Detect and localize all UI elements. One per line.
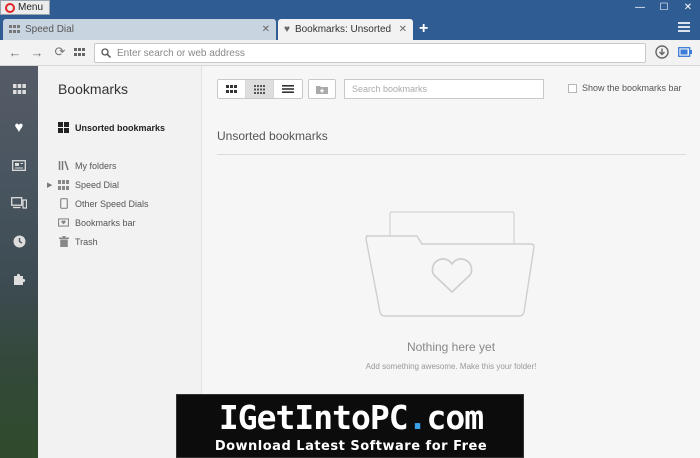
- window-controls: — ☐ ✕: [628, 0, 700, 14]
- address-placeholder: Enter search or web address: [117, 47, 245, 59]
- tab-label: Speed Dial: [25, 24, 74, 35]
- bookmark-folder-label: Unsorted bookmarks: [75, 122, 166, 133]
- address-toolbar: ← → ⟳ Enter search or web address: [0, 40, 700, 66]
- bookmark-folder-trash[interactable]: Trash: [58, 236, 98, 247]
- watermark-brand-prefix: IGetIntoPC: [218, 398, 409, 437]
- watermark-brand: IGetIntoPC.com: [177, 398, 525, 437]
- tab-speed-dial[interactable]: Speed Dial ✕: [3, 19, 276, 40]
- small-grid-view-button[interactable]: [246, 80, 274, 98]
- close-tab-icon[interactable]: ✕: [262, 24, 270, 35]
- bookmark-folder-label: Bookmarks bar: [75, 217, 136, 228]
- list-view-button[interactable]: [274, 80, 302, 98]
- tabs-sync-icon[interactable]: [0, 188, 38, 218]
- bookmark-folder-label: Other Speed Dials: [75, 198, 149, 209]
- folders-books-icon: [58, 160, 69, 171]
- opera-menu-button[interactable]: Menu: [0, 0, 51, 15]
- sidebar: ♥: [0, 66, 38, 458]
- bookmark-folder-bookmarks-bar[interactable]: Bookmarks bar: [58, 217, 136, 228]
- empty-state-title: Nothing here yet: [406, 340, 496, 354]
- extensions-puzzle-icon[interactable]: [0, 264, 38, 294]
- trash-icon: [58, 236, 69, 247]
- phone-device-icon: [58, 198, 69, 209]
- speed-dial-icon[interactable]: [74, 48, 85, 57]
- bookmarks-bar-icon: [58, 217, 69, 228]
- add-folder-button[interactable]: [308, 79, 336, 99]
- heart-icon: ♥: [284, 24, 290, 35]
- large-grid-view-button[interactable]: [218, 80, 246, 98]
- reload-icon[interactable]: ⟳: [52, 44, 68, 60]
- tab-bookmarks[interactable]: ♥ Bookmarks: Unsorted boo ✕: [278, 19, 413, 40]
- view-mode-toggle: [217, 79, 303, 99]
- bookmark-folder-unsorted[interactable]: Unsorted bookmarks: [58, 122, 165, 133]
- expand-caret-icon[interactable]: ▶: [47, 181, 52, 189]
- minimize-button[interactable]: —: [628, 0, 652, 14]
- bookmark-folder-other-speed-dials[interactable]: Other Speed Dials: [58, 198, 149, 209]
- watermark-brand-dot: .: [407, 398, 428, 437]
- tab-label: Bookmarks: Unsorted boo: [294, 24, 394, 35]
- show-bookmarks-bar-checkbox[interactable]: [568, 83, 577, 93]
- menu-label: Menu: [18, 2, 44, 13]
- bookmark-folder-speed-dial[interactable]: Speed Dial: [58, 179, 119, 190]
- download-icon[interactable]: [655, 45, 669, 59]
- my-folders-heading: My folders: [58, 160, 117, 171]
- watermark-tagline: Download Latest Software for Free: [214, 439, 488, 454]
- battery-saver-icon[interactable]: [678, 47, 692, 57]
- empty-folder-heart-icon: [365, 211, 535, 317]
- watermark-brand-suffix: com: [426, 398, 484, 437]
- opera-logo-icon: [5, 2, 15, 13]
- back-icon[interactable]: ←: [7, 44, 23, 60]
- title-bar: Menu — ☐ ✕: [0, 0, 700, 16]
- empty-state-subtitle: Add something awesome. Make this your fo…: [365, 362, 537, 371]
- tab-strip: Speed Dial ✕ ♥ Bookmarks: Unsorted boo ✕…: [0, 16, 700, 40]
- bookmark-folder-label: Trash: [75, 236, 98, 247]
- section-divider: [217, 154, 686, 155]
- browser-window: Menu — ☐ ✕ Speed Dial ✕ ♥ Bookmarks: Uns…: [0, 0, 700, 458]
- speed-dial-icon: [58, 179, 69, 190]
- history-clock-icon[interactable]: [0, 226, 38, 256]
- my-folders-label: My folders: [75, 160, 117, 171]
- news-icon[interactable]: [0, 150, 38, 180]
- new-tab-button[interactable]: +: [419, 20, 428, 38]
- maximize-button[interactable]: ☐: [652, 0, 676, 14]
- watermark-banner: IGetIntoPC.com Download Latest Software …: [176, 394, 524, 458]
- search-icon: [101, 48, 111, 58]
- unsorted-bookmarks-icon: [58, 122, 69, 133]
- panel-title: Bookmarks: [58, 81, 129, 97]
- search-bookmarks-input[interactable]: Search bookmarks: [344, 79, 544, 99]
- add-folder-icon: [316, 85, 328, 94]
- show-bookmarks-bar-label: Show the bookmarks bar: [582, 83, 682, 93]
- bookmark-folder-label: Speed Dial: [75, 179, 120, 190]
- section-title: Unsorted bookmarks: [217, 129, 328, 143]
- tab-menu-icon[interactable]: [678, 22, 690, 32]
- speed-dial-icon[interactable]: [0, 74, 38, 104]
- close-window-button[interactable]: ✕: [676, 0, 700, 14]
- forward-icon[interactable]: →: [29, 44, 45, 60]
- address-input[interactable]: Enter search or web address: [94, 43, 646, 63]
- show-bookmarks-bar-toggle[interactable]: Show the bookmarks bar: [568, 83, 682, 93]
- close-tab-icon[interactable]: ✕: [399, 24, 407, 35]
- bookmarks-heart-icon[interactable]: ♥: [0, 112, 38, 142]
- speed-dial-icon: [9, 25, 20, 33]
